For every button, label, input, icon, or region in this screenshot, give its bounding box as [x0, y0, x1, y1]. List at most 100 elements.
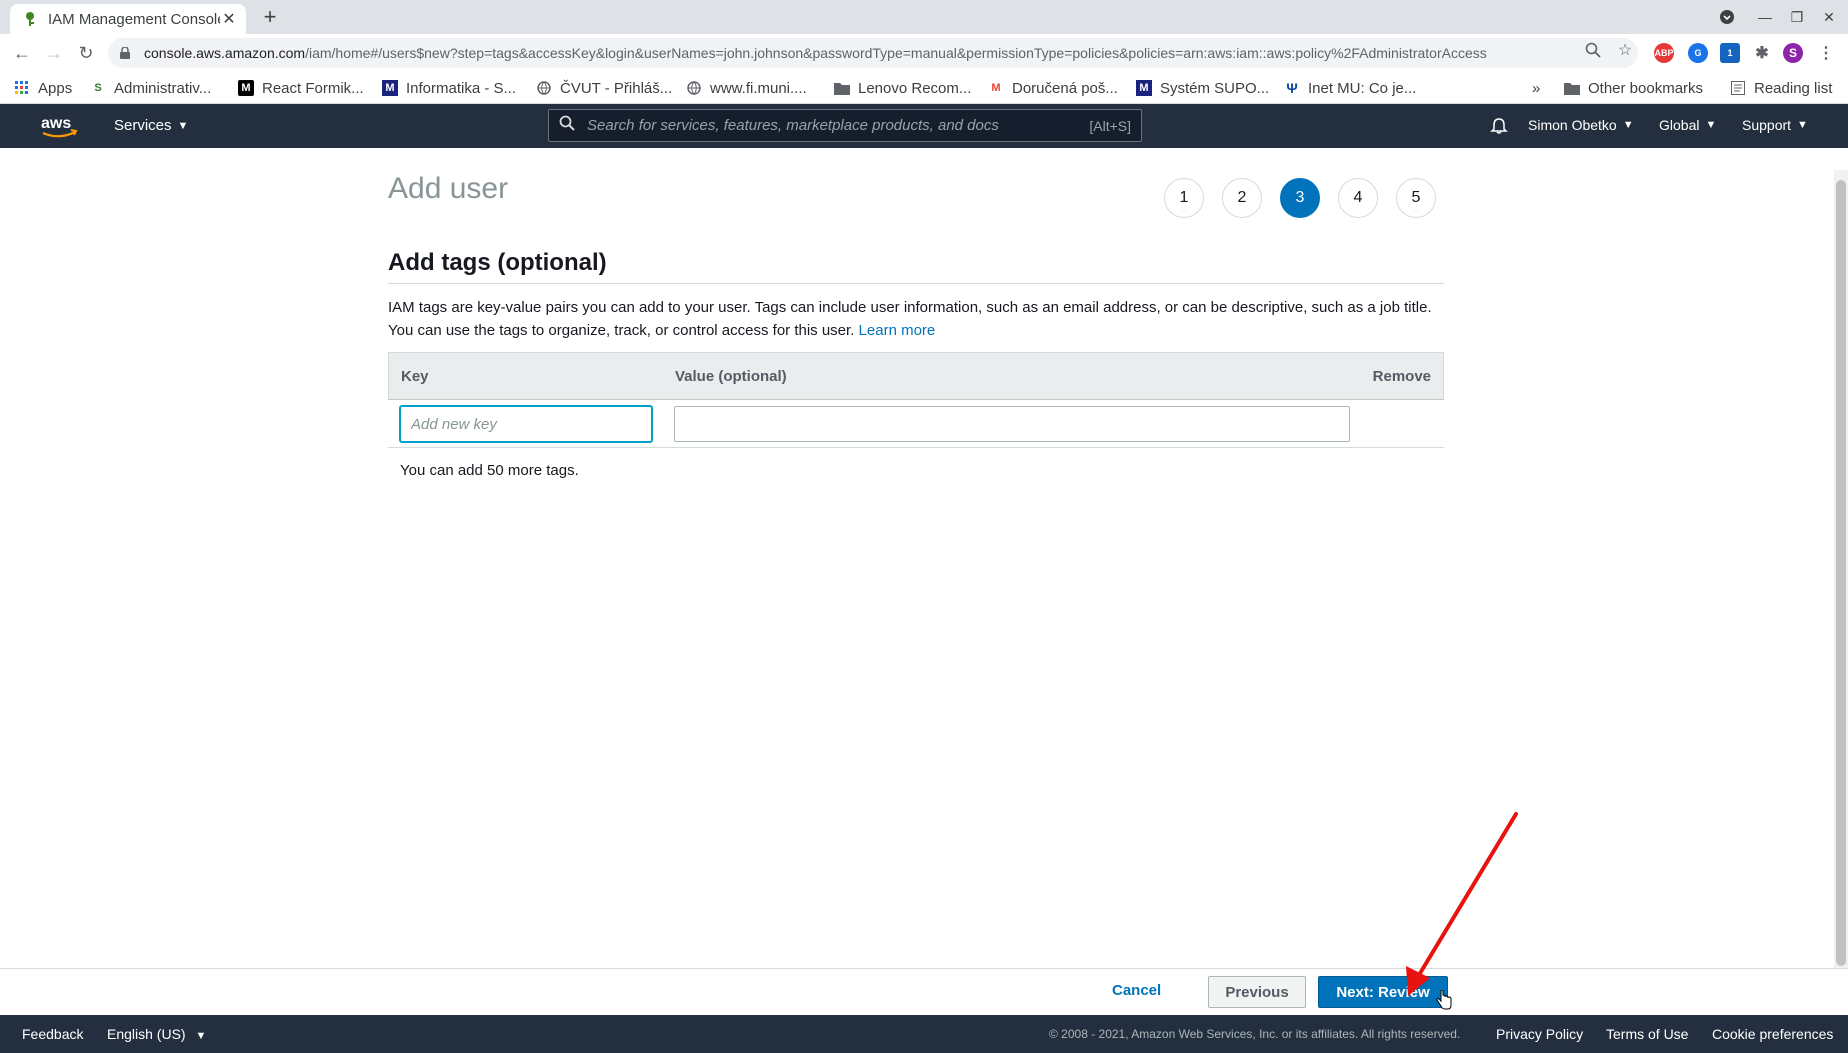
bookmark-administrativ[interactable]: S Administrativ...: [90, 77, 211, 99]
tags-table-header: Key Value (optional) Remove: [388, 352, 1444, 400]
cancel-button[interactable]: Cancel: [1112, 982, 1161, 999]
bookmark-star-icon[interactable]: ☆: [1616, 41, 1634, 59]
account-menu[interactable]: Simon Obetko ▼: [1528, 117, 1634, 133]
bookmark-fi-muni[interactable]: www.fi.muni....: [686, 77, 807, 99]
restore-icon[interactable]: ❐: [1786, 6, 1808, 28]
copyright-text: © 2008 - 2021, Amazon Web Services, Inc.…: [1049, 1027, 1461, 1041]
section-title: Add tags (optional): [388, 249, 607, 276]
is-icon: S: [94, 82, 102, 94]
bookmark-inet-mu[interactable]: Ψ Inet MU: Co je...: [1284, 77, 1416, 99]
bookmark-cvut[interactable]: ČVUT - Přihláš...: [536, 77, 672, 99]
wizard-step-3[interactable]: 3: [1280, 178, 1320, 218]
zoom-icon[interactable]: [1584, 41, 1602, 59]
bookmark-react-formik[interactable]: M React Formik...: [238, 77, 364, 99]
new-tab-icon[interactable]: +: [258, 4, 282, 29]
step-number: 3: [1295, 189, 1305, 206]
next-review-button[interactable]: Next: Review: [1318, 976, 1448, 1008]
adblock-icon[interactable]: ABP: [1654, 43, 1674, 63]
bookmark-lenovo[interactable]: Lenovo Recom...: [834, 77, 971, 99]
bookmark-apps[interactable]: Apps: [14, 77, 72, 99]
bookmark-label: Administrativ...: [114, 79, 212, 97]
account-user-label: Simon Obetko: [1528, 117, 1617, 133]
section-divider: [388, 283, 1444, 284]
bookmark-label: www.fi.muni....: [710, 79, 807, 97]
window-close-icon[interactable]: ✕: [1818, 6, 1840, 28]
browser-menu-icon[interactable]: ⋮: [1816, 43, 1836, 63]
terms-of-use-link[interactable]: Terms of Use: [1606, 1026, 1688, 1042]
aws-top-nav: aws Services ▼ Search for services, feat…: [0, 104, 1848, 148]
privacy-policy-link[interactable]: Privacy Policy: [1496, 1026, 1583, 1042]
browser-tab[interactable]: IAM Management Console ✕: [10, 4, 246, 34]
lock-icon: [120, 47, 136, 59]
learn-more-link[interactable]: Learn more: [859, 322, 936, 339]
wizard-step-4[interactable]: 4: [1338, 178, 1378, 218]
globe-icon: [686, 80, 702, 96]
search-icon: [559, 115, 575, 136]
page-scrollbar-thumb[interactable]: [1836, 180, 1846, 966]
language-label: English (US): [107, 1026, 186, 1042]
back-icon[interactable]: ←: [10, 41, 34, 65]
bookmark-informatika[interactable]: M Informatika - S...: [382, 77, 516, 99]
cookie-preferences-link[interactable]: Cookie preferences: [1712, 1026, 1833, 1042]
services-label: Services: [114, 117, 172, 134]
bookmark-label: Systém SUPO...: [1160, 79, 1270, 97]
services-menu[interactable]: Services ▼: [114, 117, 188, 134]
forward-icon[interactable]: →: [42, 41, 66, 65]
bookmark-system-supo[interactable]: M Systém SUPO...: [1136, 77, 1269, 99]
reload-icon[interactable]: ↻: [74, 41, 98, 65]
tag-value-input[interactable]: [674, 406, 1350, 442]
wizard-action-bar: Cancel Previous Next: Review: [0, 968, 1848, 1015]
step-number: 4: [1353, 189, 1363, 206]
feedback-link[interactable]: Feedback: [22, 1026, 83, 1042]
other-bookmarks-label: Other bookmarks: [1588, 79, 1704, 97]
bookmark-label: Doručená poš...: [1012, 79, 1118, 97]
caret-down-icon: ▼: [195, 1030, 207, 1042]
profile-avatar[interactable]: S: [1783, 43, 1803, 63]
page-title: Add user: [388, 172, 509, 205]
extension-badge-count: 1: [1727, 48, 1733, 58]
overflow-label: »: [1532, 79, 1541, 97]
wizard-step-2[interactable]: 2: [1222, 178, 1262, 218]
region-menu[interactable]: Global ▼: [1659, 117, 1716, 133]
reading-list[interactable]: Reading list: [1730, 77, 1832, 99]
aws-logo[interactable]: aws: [40, 114, 78, 140]
bookmark-label: ČVUT - Přihláš...: [560, 79, 673, 97]
caret-down-icon: ▼: [177, 119, 189, 132]
wizard-step-5[interactable]: 5: [1396, 178, 1436, 218]
language-selector[interactable]: English (US) ▼: [107, 1026, 206, 1042]
minimize-icon[interactable]: —: [1754, 6, 1776, 28]
previous-button[interactable]: Previous: [1208, 976, 1306, 1008]
bookmark-gmail[interactable]: M Doručená poš...: [988, 77, 1118, 99]
search-shortcut: [Alt+S]: [1089, 117, 1131, 134]
tags-remaining-note: You can add 50 more tags.: [400, 462, 579, 479]
bookmark-label: Lenovo Recom...: [858, 79, 972, 97]
tags-description: IAM tags are key-value pairs you can add…: [388, 296, 1444, 342]
console-footer: Feedback English (US) ▼ © 2008 - 2021, A…: [0, 1015, 1848, 1053]
caret-down-icon: ▼: [1797, 119, 1808, 131]
search-placeholder: Search for services, features, marketpla…: [587, 117, 999, 134]
tag-key-input[interactable]: [400, 406, 652, 442]
grammarly-icon[interactable]: G: [1688, 43, 1708, 63]
aws-logo-text: aws: [41, 115, 71, 132]
other-bookmarks[interactable]: Other bookmarks: [1564, 77, 1703, 99]
bookmark-label: Informatika - S...: [406, 79, 517, 97]
extension-badge-icon[interactable]: 1: [1720, 43, 1740, 63]
aws-search-bar[interactable]: Search for services, features, marketpla…: [548, 109, 1142, 142]
support-menu[interactable]: Support ▼: [1742, 117, 1808, 133]
browser-tab-strip: IAM Management Console ✕ + — ❐ ✕: [0, 0, 1848, 34]
caret-down-icon: ▼: [1705, 119, 1717, 131]
notifications-bell-icon[interactable]: [1490, 117, 1508, 135]
apps-grid-icon: [14, 80, 30, 96]
bookmark-label: React Formik...: [262, 79, 364, 97]
extensions-puzzle-icon[interactable]: ✱: [1752, 43, 1772, 63]
caret-down-icon: ▼: [1622, 119, 1634, 131]
tab-close-icon[interactable]: ✕: [220, 10, 238, 28]
bookmarks-overflow-icon[interactable]: »: [1532, 77, 1540, 99]
mu-icon: Ψ: [1286, 80, 1298, 96]
wizard-step-1[interactable]: 1: [1164, 178, 1204, 218]
address-bar[interactable]: console.aws.amazon.com /iam/home#/users$…: [108, 38, 1638, 68]
browser-toolbar: ← → ↻ console.aws.amazon.com /iam/home#/…: [0, 34, 1848, 72]
column-header-remove: Remove: [1372, 368, 1431, 385]
folder-icon: [1564, 80, 1580, 96]
tab-search-icon[interactable]: [1716, 6, 1738, 28]
